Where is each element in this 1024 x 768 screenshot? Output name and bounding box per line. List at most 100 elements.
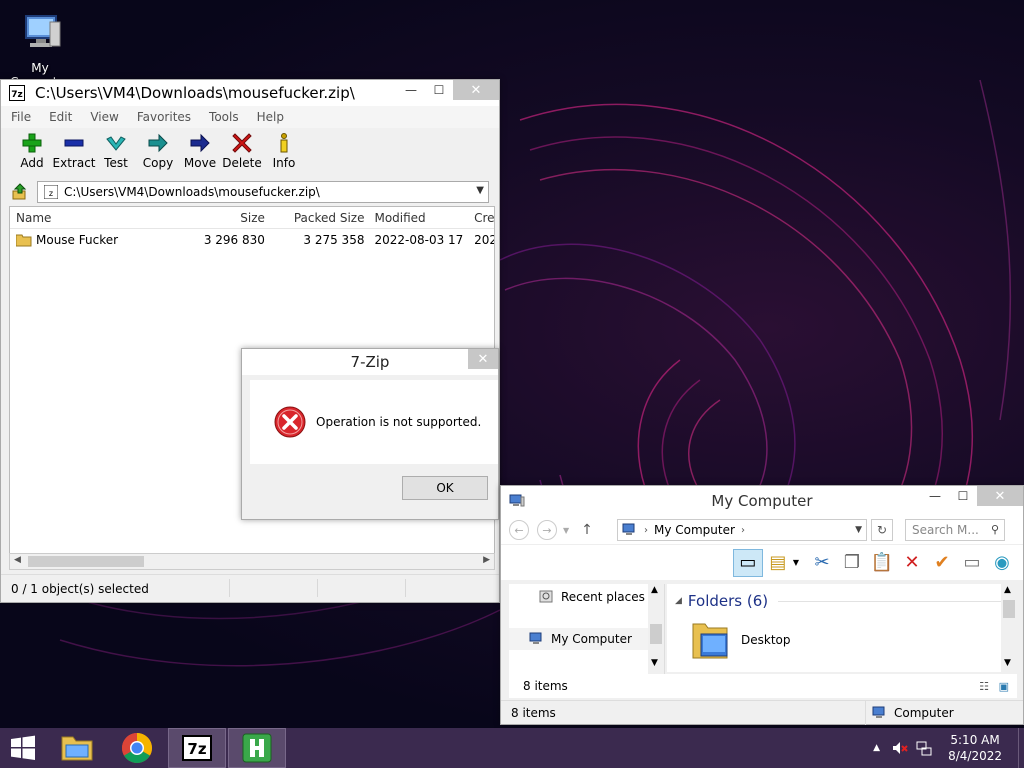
close-button[interactable]: ✕ <box>977 486 1023 506</box>
explorer-title: My Computer <box>711 492 813 510</box>
large-icons-view-icon[interactable]: ▣ <box>999 680 1009 693</box>
move-button[interactable]: Move <box>179 132 221 170</box>
add-button[interactable]: Add <box>11 132 53 170</box>
minimize-button[interactable]: — <box>397 80 425 100</box>
column-modified[interactable]: Modified <box>364 211 464 225</box>
status-item-count: 8 items <box>511 705 556 720</box>
nav-item-my-computer[interactable]: My Computer <box>509 628 664 650</box>
menu-help[interactable]: Help <box>257 110 284 124</box>
chevron-down-icon[interactable]: ▼ <box>855 525 862 535</box>
info-button[interactable]: Info <box>263 132 305 170</box>
row-created: 202 <box>474 233 494 247</box>
menu-file[interactable]: File <box>11 110 31 124</box>
show-desktop-button[interactable] <box>1018 728 1024 768</box>
scroll-thumb[interactable] <box>28 556 144 567</box>
test-button[interactable]: Test <box>95 132 137 170</box>
nav-item-recent-places[interactable]: Recent places <box>509 586 664 608</box>
speaker-muted-icon[interactable] <box>892 740 908 756</box>
address-bar[interactable]: z C:\Users\VM4\Downloads\mousefucker.zip… <box>37 181 489 203</box>
scroll-right-icon[interactable]: ▶ <box>483 555 490 565</box>
status-bar: 0 / 1 object(s) selected <box>1 574 499 602</box>
nav-vertical-scrollbar[interactable]: ▲ ▼ <box>648 584 664 674</box>
scroll-down-icon[interactable]: ▼ <box>1004 658 1011 668</box>
dialog-title-bar[interactable]: 7-Zip ✕ <box>242 349 498 375</box>
menu-favorites[interactable]: Favorites <box>137 110 191 124</box>
up-arrow-icon[interactable]: ↑ <box>581 522 593 538</box>
taskbar-chrome[interactable] <box>108 728 166 768</box>
chevron-right-icon[interactable]: › <box>741 525 745 536</box>
explorer-title-bar[interactable]: My Computer — ☐ ✕ <box>501 486 1023 516</box>
taskbar-hiew[interactable] <box>228 728 286 768</box>
dialog-title: 7-Zip <box>350 353 390 371</box>
globe-icon[interactable]: ◉ <box>987 549 1017 577</box>
column-name[interactable]: Name <box>10 211 169 225</box>
back-button[interactable]: ← <box>509 520 529 540</box>
search-input[interactable]: Search M... ⚲ <box>905 519 1005 541</box>
taskbar-file-explorer[interactable] <box>48 728 106 768</box>
forward-button[interactable]: → <box>537 520 557 540</box>
info-icon <box>280 133 288 153</box>
7zip-icon: 7z <box>182 735 212 761</box>
breadcrumb[interactable]: My Computer <box>654 523 735 537</box>
chevron-down-icon[interactable]: ▼ <box>476 185 484 196</box>
collapse-icon[interactable]: ◢ <box>675 596 682 606</box>
horizontal-scrollbar[interactable]: ◀ ▶ <box>9 553 495 570</box>
menu-view[interactable]: View <box>90 110 118 124</box>
group-header[interactable]: ◢ Folders (6) <box>675 592 1009 610</box>
properties-folder-icon[interactable]: ▤ <box>763 549 793 577</box>
menu-tools[interactable]: Tools <box>209 110 239 124</box>
copy-button[interactable]: Copy <box>137 132 179 170</box>
cut-icon[interactable]: ✂ <box>807 549 837 577</box>
close-button[interactable]: ✕ <box>453 80 499 100</box>
paste-icon[interactable]: 📋 <box>867 549 897 577</box>
scroll-thumb[interactable] <box>650 624 662 644</box>
zip-archive-icon: z <box>44 185 58 199</box>
computer-icon <box>25 15 61 47</box>
network-icon[interactable] <box>916 740 932 756</box>
explorer-status-bar: 8 items Computer <box>501 700 1023 725</box>
details-view-icon[interactable]: ☷ <box>979 680 989 693</box>
error-icon <box>274 406 306 438</box>
table-row[interactable]: Mouse Fucker 3 296 830 3 275 358 2022-08… <box>10 230 494 250</box>
taskbar-7zip[interactable]: 7z <box>168 728 226 768</box>
7zip-file-manager-window[interactable]: 7z C:\Users\VM4\Downloads\mousefucker.zi… <box>0 79 500 603</box>
rename-check-icon[interactable]: ✔ <box>927 549 957 577</box>
title-bar[interactable]: 7z C:\Users\VM4\Downloads\mousefucker.zi… <box>1 80 499 106</box>
menu-edit[interactable]: Edit <box>49 110 72 124</box>
refresh-button[interactable]: ↻ <box>871 519 893 541</box>
error-dialog[interactable]: 7-Zip ✕ Operation is not supported. OK <box>241 348 499 520</box>
column-size[interactable]: Size <box>169 211 265 225</box>
explorer-address-bar[interactable]: › My Computer › ▼ <box>617 519 867 541</box>
chevron-down-icon[interactable]: ▼ <box>793 558 799 567</box>
scroll-down-icon[interactable]: ▼ <box>651 658 658 668</box>
preview-pane-icon[interactable]: ▭ <box>732 548 763 577</box>
delete-button[interactable]: Delete <box>221 132 263 170</box>
scroll-up-icon[interactable]: ▲ <box>651 585 658 595</box>
list-item[interactable]: Desktop <box>689 618 791 662</box>
scroll-thumb[interactable] <box>1003 600 1015 618</box>
extract-button[interactable]: Extract <box>53 132 96 170</box>
clock[interactable]: 5:10 AM 8/4/2022 <box>948 732 1002 764</box>
column-created[interactable]: Cre <box>464 211 494 225</box>
maximize-button[interactable]: ☐ <box>425 80 453 100</box>
delete-icon[interactable]: ✕ <box>897 549 927 577</box>
explorer-window[interactable]: My Computer — ☐ ✕ ← → ▼ ↑ › My Computer … <box>500 485 1024 725</box>
recent-locations-icon[interactable]: ▼ <box>563 526 569 535</box>
ok-button[interactable]: OK <box>402 476 488 500</box>
dialog-message: Operation is not supported. <box>316 415 482 429</box>
scroll-left-icon[interactable]: ◀ <box>14 555 21 565</box>
computer-icon <box>509 494 525 507</box>
dialog-close-button[interactable]: ✕ <box>468 349 498 369</box>
copy-icon[interactable]: ❐ <box>837 549 867 577</box>
desktop-icon-my-computer[interactable]: My Computer <box>2 8 78 89</box>
content-vertical-scrollbar[interactable]: ▲ ▼ <box>1001 584 1017 672</box>
x-icon <box>232 133 252 153</box>
minimize-button[interactable]: — <box>921 486 949 506</box>
up-folder-icon[interactable] <box>11 183 29 201</box>
column-packed-size[interactable]: Packed Size <box>265 211 365 225</box>
rename-icon[interactable]: ▭ <box>957 549 987 577</box>
maximize-button[interactable]: ☐ <box>949 486 977 506</box>
scroll-up-icon[interactable]: ▲ <box>1004 585 1011 595</box>
start-button[interactable] <box>0 728 46 768</box>
show-hidden-icons-icon[interactable]: ▲ <box>873 743 880 753</box>
